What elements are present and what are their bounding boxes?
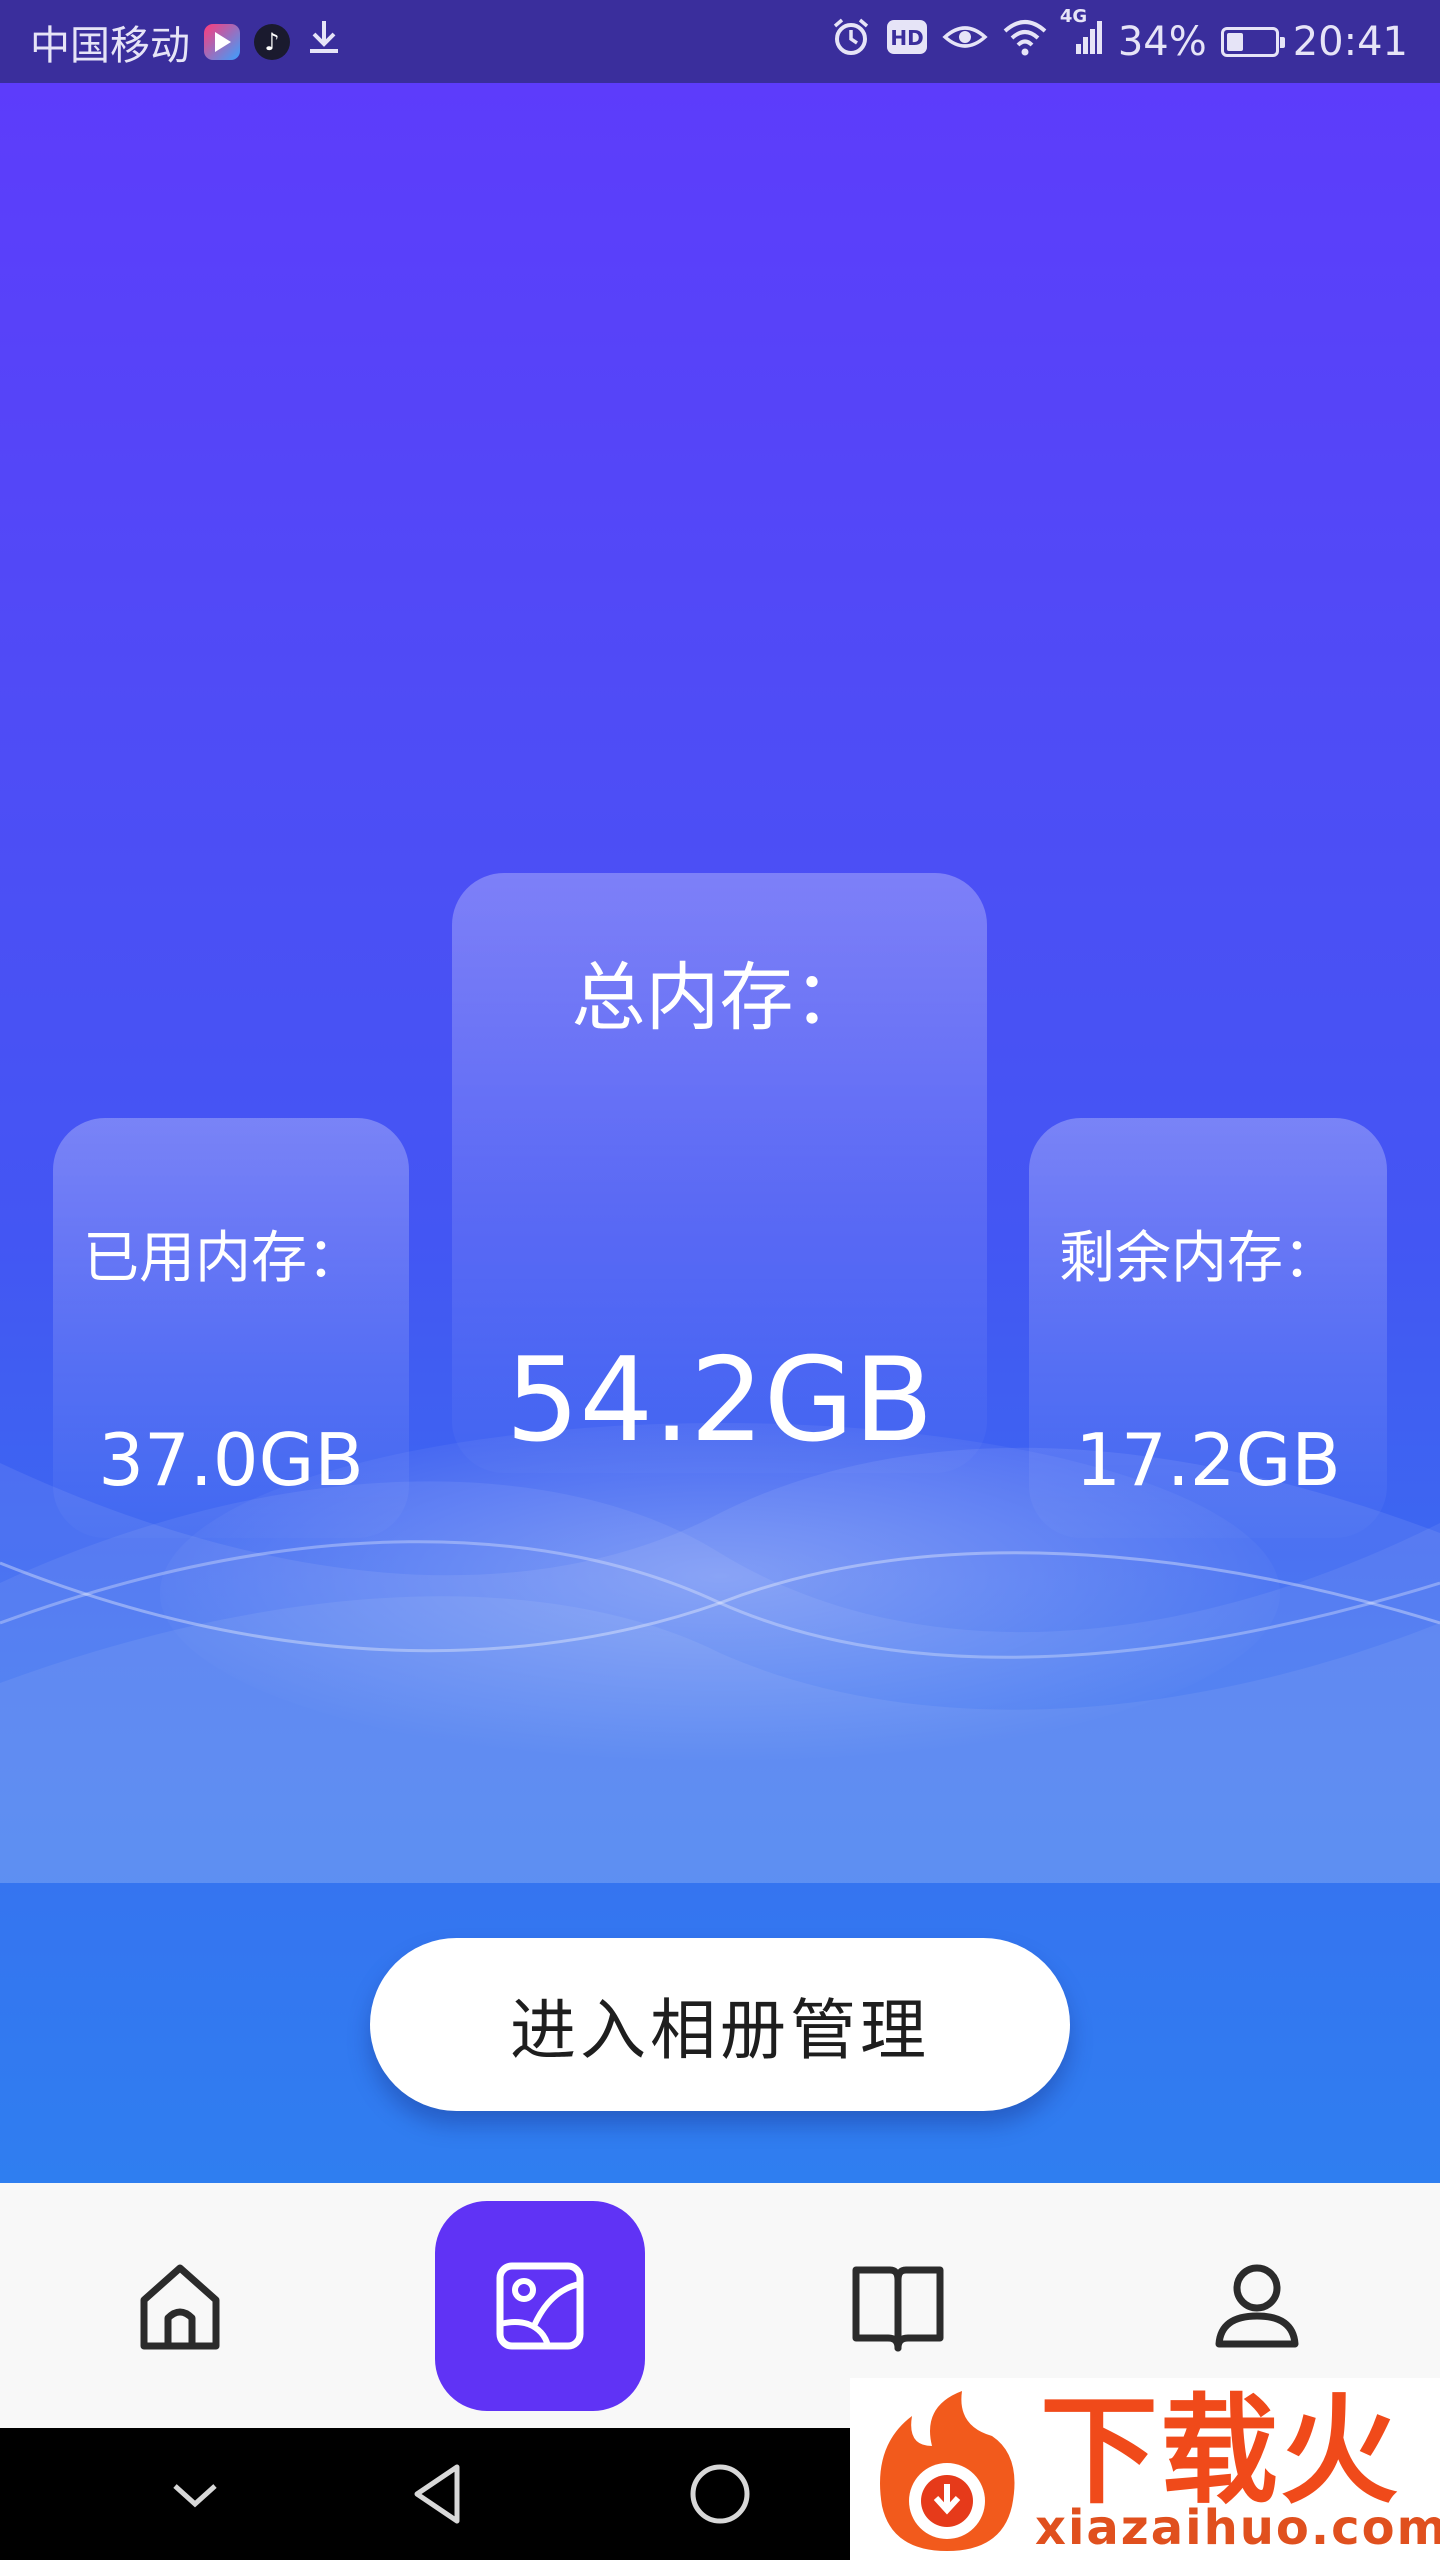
screen: 中国移动 ♪ HD 4G 34% 20:41 已用内存： 37.0GB 总内存：… (0, 0, 1440, 2560)
status-right: HD 4G 34% 20:41 (830, 0, 1408, 83)
status-bar: 中国移动 ♪ HD 4G 34% 20:41 (0, 0, 1440, 83)
battery-percent: 34% (1117, 18, 1207, 65)
svg-text:HD: HD (890, 26, 923, 50)
download-icon (304, 17, 344, 67)
wifi-icon (1002, 17, 1048, 67)
eye-icon (942, 19, 988, 65)
status-left: 中国移动 ♪ (30, 0, 344, 83)
home-circle-icon (690, 2464, 750, 2524)
album-icon (496, 2262, 584, 2350)
watermark: 下载火 xiazaihuo.com (850, 2378, 1440, 2560)
back-triangle-icon (414, 2464, 460, 2524)
tab-album[interactable] (435, 2201, 645, 2411)
free-storage-value: 17.2GB (1075, 1418, 1341, 1502)
watermark-url: xiazaihuo.com (1035, 2500, 1440, 2556)
total-storage-card: 总内存： 54.2GB (452, 873, 987, 1473)
nav-hide-button[interactable] (155, 2454, 235, 2534)
profile-icon (1215, 2264, 1299, 2348)
total-storage-label: 总内存： (571, 955, 868, 1041)
carrier-name: 中国移动 (30, 22, 190, 69)
youku-app-icon (204, 23, 240, 60)
used-storage-label: 已用内存： (83, 1226, 363, 1291)
battery-level (1226, 32, 1243, 51)
free-storage-label: 剩余内存： (1059, 1226, 1339, 1291)
book-icon (852, 2266, 944, 2352)
clock: 20:41 (1292, 18, 1408, 65)
nav-home-button[interactable] (680, 2454, 760, 2534)
battery-icon (1220, 26, 1285, 57)
alarm-icon (830, 16, 872, 68)
signal-icon: 4G (1060, 6, 1104, 66)
storage-hero: 已用内存： 37.0GB 总内存： 54.2GB 剩余内存： 17.2GB (0, 83, 1440, 2183)
hd-icon: HD (886, 19, 928, 65)
flame-logo-icon (880, 2391, 1015, 2551)
used-storage-value: 37.0GB (98, 1418, 364, 1502)
nav-back-button[interactable] (400, 2454, 480, 2534)
total-storage-value: 54.2GB (505, 1333, 934, 1468)
enter-album-management-button[interactable]: 进入相册管理 (370, 1938, 1070, 2111)
watermark-title: 下载火 (1040, 2382, 1401, 2520)
network-type: 4G (1059, 5, 1088, 27)
home-icon (140, 2264, 220, 2350)
chevron-down-icon (173, 2484, 217, 2508)
used-storage-card: 已用内存： 37.0GB (53, 1118, 409, 1538)
douyin-app-icon: ♪ (254, 23, 290, 60)
free-storage-card: 剩余内存： 17.2GB (1029, 1118, 1387, 1538)
tab-home[interactable] (75, 2201, 285, 2411)
